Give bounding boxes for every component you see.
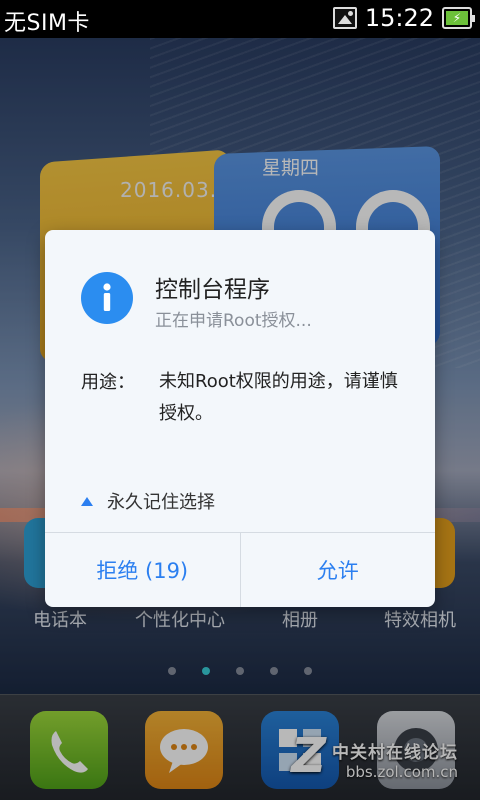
dialog-buttons: 拒绝 (19) 允许 (45, 532, 435, 607)
allow-button[interactable]: 允许 (239, 533, 436, 607)
info-icon (81, 272, 133, 324)
remember-choice-toggle[interactable]: 永久记住选择 (81, 488, 215, 514)
picture-notification-icon (332, 7, 357, 29)
clock: 15:22 (364, 4, 434, 32)
status-icons: 15:22 ⚡ (332, 4, 475, 32)
usage-text: 未知Root权限的用途，请谨慎授权。 (159, 371, 398, 424)
deny-button[interactable]: 拒绝 (19) (45, 533, 240, 607)
status-bar: 无SIM卡 15:22 ⚡ (0, 0, 480, 38)
usage-label: 用途： (81, 372, 135, 393)
root-permission-dialog: 控制台程序 正在申请Root授权... 用途： 未知Root权限的用途，请谨慎授… (45, 230, 435, 607)
dialog-subtitle: 正在申请Root授权... (155, 311, 312, 331)
remember-choice-label: 永久记住选择 (107, 492, 215, 513)
expand-triangle-icon (81, 496, 93, 506)
dialog-title: 控制台程序 (155, 277, 270, 303)
battery-charging-icon: ⚡ (442, 7, 475, 29)
carrier-label: 无SIM卡 (4, 11, 90, 36)
